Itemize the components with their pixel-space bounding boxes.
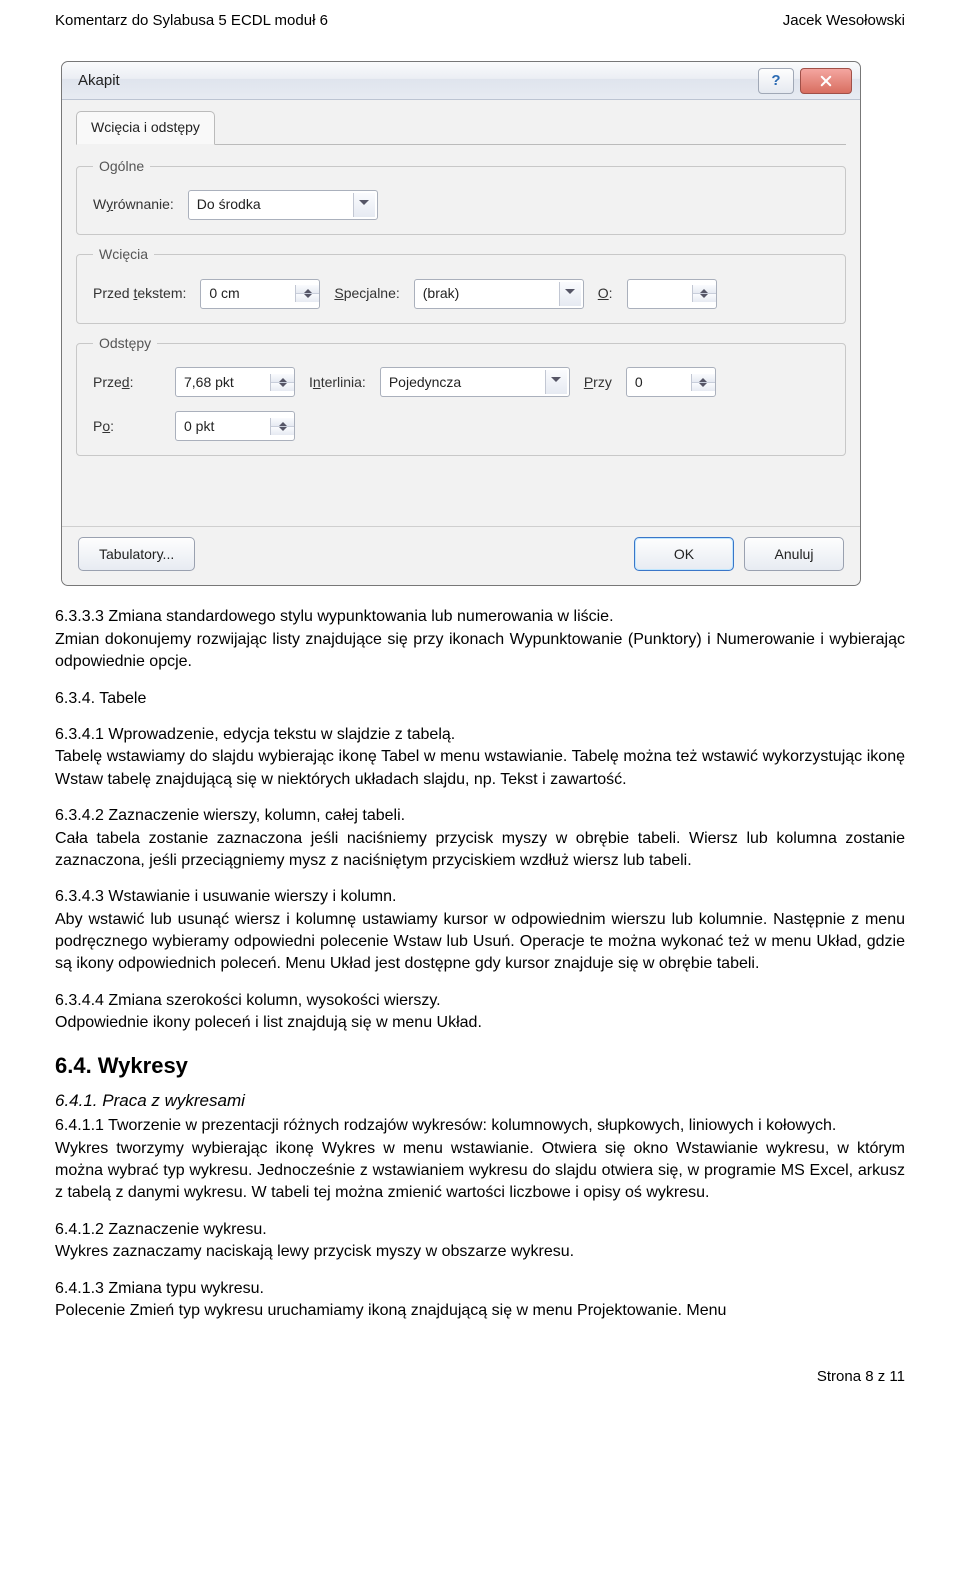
para-6412: 6.4.1.2 Zaznaczenie wykresu. Wykres zazn…	[55, 1219, 905, 1264]
para-6342: 6.3.4.2 Zaznaczenie wierszy, kolumn, cał…	[55, 805, 905, 872]
label-by: O:	[598, 284, 613, 304]
spinner-buttons[interactable]	[295, 285, 319, 302]
before-text-spinner[interactable]: 0 cm	[200, 279, 320, 309]
dialog-footer: Tabulatory... OK Anuluj	[62, 526, 860, 585]
alignment-value: Do środka	[197, 195, 261, 215]
header-right: Jacek Wesołowski	[783, 10, 905, 31]
after-value: 0 pkt	[176, 417, 270, 437]
label-alignment: Wyrównanie:	[93, 195, 174, 215]
at-value: 0	[627, 373, 691, 393]
cancel-button[interactable]: Anuluj	[744, 537, 844, 571]
para-6343: 6.3.4.3 Wstawianie i usuwanie wierszy i …	[55, 886, 905, 976]
help-icon: ?	[771, 70, 780, 91]
dialog-body: Wcięcia i odstępy Ogólne Wyrównanie: Do …	[62, 100, 860, 526]
para-6344: 6.3.4.4 Zmiana szerokości kolumn, wysoko…	[55, 990, 905, 1035]
dialog-tabs: Wcięcia i odstępy	[76, 110, 846, 145]
label-special: Specjalne:	[334, 284, 399, 304]
dialog-title: Akapit	[78, 70, 752, 91]
legend-spacing: Odstępy	[93, 334, 157, 354]
by-spinner[interactable]	[627, 279, 717, 309]
label-at: Przy	[584, 373, 612, 393]
para-634: 6.3.4. Tabele	[55, 688, 905, 710]
before-text-value: 0 cm	[201, 284, 295, 304]
after-spinner[interactable]: 0 pkt	[175, 411, 295, 441]
spinner-buttons[interactable]	[270, 418, 294, 435]
group-spacing: Odstępy Przed: 7,68 pkt Interlinia: Poje…	[76, 334, 846, 457]
legend-general: Ogólne	[93, 157, 150, 177]
ok-button[interactable]: OK	[634, 537, 734, 571]
paragraph-dialog: Akapit ? Wcięcia i odstępy Ogólne Wyrówn…	[61, 61, 861, 586]
chevron-down-icon	[559, 282, 581, 306]
chevron-down-icon	[353, 193, 375, 217]
spinner-buttons[interactable]	[270, 374, 294, 391]
spinner-buttons[interactable]	[691, 374, 715, 391]
special-combo[interactable]: (brak)	[414, 279, 584, 309]
para-6333: 6.3.3.3 Zmiana standardowego stylu wypun…	[55, 606, 905, 673]
para-6411: 6.4.1.1 Tworzenie w prezentacji różnych …	[55, 1115, 905, 1205]
alignment-combo[interactable]: Do środka	[188, 190, 378, 220]
para-6341: 6.3.4.1 Wprowadzenie, edycja tekstu w sl…	[55, 724, 905, 791]
spinner-buttons[interactable]	[692, 285, 716, 302]
interline-combo[interactable]: Pojedyncza	[380, 367, 570, 397]
label-interline: Interlinia:	[309, 373, 366, 393]
at-spinner[interactable]: 0	[626, 367, 716, 397]
special-value: (brak)	[423, 284, 460, 304]
dialog-titlebar: Akapit ?	[62, 62, 860, 100]
before-value: 7,68 pkt	[176, 373, 270, 393]
page-footer: Strona 8 z 11	[0, 1366, 960, 1407]
help-button[interactable]: ?	[758, 68, 794, 94]
group-indent: Wcięcia Przed tekstem: 0 cm Specjalne: (…	[76, 245, 846, 324]
header-left: Komentarz do Sylabusa 5 ECDL moduł 6	[55, 10, 328, 31]
label-before: Przed:	[93, 373, 161, 393]
tabs-button[interactable]: Tabulatory...	[78, 537, 195, 571]
before-spinner[interactable]: 7,68 pkt	[175, 367, 295, 397]
para-6413: 6.4.1.3 Zmiana typu wykresu. Polecenie Z…	[55, 1278, 905, 1323]
page-content: Akapit ? Wcięcia i odstępy Ogólne Wyrówn…	[0, 61, 960, 1366]
label-before-text: Przed tekstem:	[93, 284, 186, 304]
close-icon	[819, 74, 833, 88]
heading-641: 6.4.1. Praca z wykresami	[55, 1089, 905, 1113]
group-general: Ogólne Wyrównanie: Do środka	[76, 157, 846, 236]
legend-indent: Wcięcia	[93, 245, 154, 265]
page-header: Komentarz do Sylabusa 5 ECDL moduł 6 Jac…	[0, 0, 960, 61]
tab-indents-spacing[interactable]: Wcięcia i odstępy	[76, 111, 215, 145]
heading-64: 6.4. Wykresy	[55, 1051, 905, 1082]
close-button[interactable]	[800, 68, 852, 94]
interline-value: Pojedyncza	[389, 373, 461, 393]
chevron-down-icon	[545, 370, 567, 394]
label-after: Po:	[93, 417, 161, 437]
